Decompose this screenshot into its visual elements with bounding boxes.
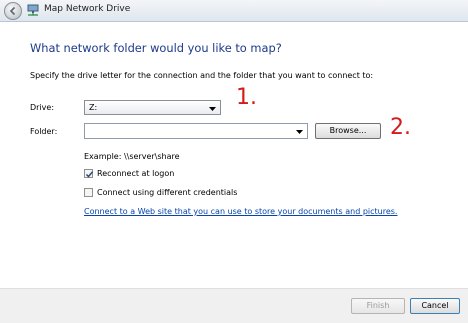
reconnect-label: Reconnect at logon (97, 169, 175, 178)
drive-select[interactable]: Z: (84, 100, 221, 115)
back-arrow-icon (9, 6, 16, 16)
cancel-button[interactable]: Cancel (410, 298, 460, 314)
drive-label: Drive: (30, 103, 55, 112)
annotation-number-2: 2. (390, 115, 411, 140)
title-bar: Map Network Drive (0, 0, 468, 22)
back-button[interactable] (4, 2, 22, 20)
chevron-down-icon (296, 130, 303, 134)
chevron-down-icon (209, 107, 216, 111)
window-title: Map Network Drive (44, 4, 131, 14)
web-site-link[interactable]: Connect to a Web site that you can use t… (84, 207, 397, 216)
browse-button[interactable]: Browse... (315, 123, 381, 139)
finish-button[interactable]: Finish (351, 298, 405, 314)
credentials-option[interactable]: Connect using different credentials (84, 188, 237, 197)
credentials-label: Connect using different credentials (97, 188, 238, 197)
drive-value: Z: (89, 103, 98, 112)
example-text: Example: \\server\share (84, 152, 180, 161)
annotation-number-1: 1. (236, 85, 257, 110)
folder-label: Folder: (30, 127, 58, 136)
instruction-text: Specify the drive letter for the connect… (30, 71, 374, 80)
network-drive-icon (27, 4, 39, 16)
page-heading: What network folder would you like to ma… (30, 41, 282, 55)
credentials-checkbox[interactable] (84, 188, 93, 197)
folder-input[interactable] (84, 123, 308, 139)
checkmark-icon (85, 171, 94, 178)
reconnect-checkbox[interactable] (84, 169, 94, 178)
reconnect-option[interactable]: Reconnect at logon (84, 169, 174, 178)
